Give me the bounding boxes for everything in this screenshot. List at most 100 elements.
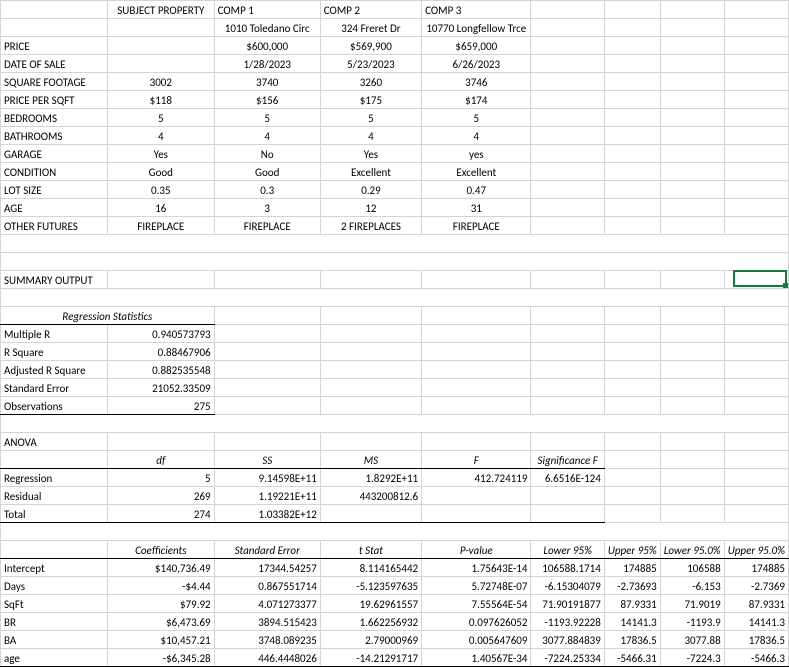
coef-p[interactable]: 1.40567E-34 [422,649,531,667]
cell[interactable] [422,379,531,397]
coef-lo[interactable]: 106588.1714 [531,559,604,577]
cell[interactable] [320,397,421,415]
cell[interactable] [724,19,788,37]
coef-t[interactable]: 1.662256932 [320,613,421,631]
cell[interactable] [531,361,604,379]
row-c1[interactable]: 1/28/2023 [214,55,320,73]
cell[interactable] [660,361,724,379]
cell[interactable] [660,145,724,163]
coef-head-lo2[interactable]: Lower 95.0% [660,541,724,559]
cell[interactable] [604,361,660,379]
cell[interactable] [531,433,604,451]
cell[interactable] [214,307,320,325]
cell[interactable] [724,433,788,451]
cell[interactable] [724,55,788,73]
coef-label[interactable]: Intercept [1,559,108,577]
row-c3[interactable]: $174 [422,91,531,109]
cell[interactable] [422,325,531,343]
cell[interactable] [604,55,660,73]
cell[interactable] [724,217,788,235]
coef-p[interactable]: 0.097626052 [422,613,531,631]
cell[interactable] [320,433,421,451]
anova-head-f[interactable]: F [422,451,531,469]
cell[interactable] [1,541,108,559]
coef-up[interactable]: 87.9331 [604,595,660,613]
coef-label[interactable]: BR [1,613,108,631]
row-c3[interactable]: $659,000 [422,37,531,55]
row-c3[interactable]: 4 [422,127,531,145]
coef-lo2[interactable]: 71.9019 [660,595,724,613]
cell[interactable] [604,325,660,343]
cell[interactable] [1,289,789,307]
row-c2[interactable]: 12 [320,199,421,217]
cell[interactable] [1,235,789,253]
cell[interactable] [660,73,724,91]
cell[interactable] [724,127,788,145]
row-c3[interactable]: 5 [422,109,531,127]
coef-lo2[interactable]: -7224.3 [660,649,724,667]
anova-head-sig[interactable]: Significance F [531,451,604,469]
anova-head-df[interactable]: df [107,451,214,469]
coef-head-up2[interactable]: Upper 95.0% [724,541,788,559]
regstat-val[interactable]: 0.882535548 [107,361,214,379]
cell[interactable] [660,343,724,361]
cell[interactable] [531,55,604,73]
coef-up[interactable]: -2.73693 [604,577,660,595]
coef-up2[interactable]: 14141.3 [724,613,788,631]
cell[interactable] [320,361,421,379]
cell[interactable] [320,379,421,397]
row-subject[interactable]: 3002 [107,73,214,91]
cell[interactable] [660,37,724,55]
cell[interactable] [1,451,108,469]
cell[interactable] [531,19,604,37]
cell[interactable] [604,145,660,163]
anova-ms[interactable] [320,505,421,523]
coef-p[interactable]: 5.72748E-07 [422,577,531,595]
anova-ss[interactable]: 1.03382E+12 [214,505,320,523]
cell[interactable] [604,469,660,487]
coef-se[interactable]: 3748.089235 [214,631,320,649]
row-c1[interactable]: Good [214,163,320,181]
row-subject[interactable]: 0.35 [107,181,214,199]
cell[interactable] [320,271,421,289]
cell[interactable] [660,181,724,199]
coef-lo[interactable]: 3077.884839 [531,631,604,649]
cell[interactable] [214,271,320,289]
anova-df[interactable]: 269 [107,487,214,505]
regstat-label[interactable]: R Square [1,343,108,361]
cell[interactable] [724,379,788,397]
cell[interactable] [531,37,604,55]
cell[interactable] [660,217,724,235]
coef-lo2[interactable]: -1193.9 [660,613,724,631]
cell[interactable] [604,433,660,451]
cell[interactable] [660,127,724,145]
cell[interactable] [660,469,724,487]
row-label[interactable]: DATE OF SALE [1,55,108,73]
cell[interactable] [604,109,660,127]
cell[interactable] [724,163,788,181]
coef-label[interactable]: BA [1,631,108,649]
coef-lo2[interactable]: -6.153 [660,577,724,595]
coef-val[interactable]: $6,473.69 [107,613,214,631]
cell[interactable] [1,523,789,541]
cell[interactable] [531,397,604,415]
coef-head-p[interactable]: P-value [422,541,531,559]
row-label[interactable]: BEDROOMS [1,109,108,127]
cell[interactable] [724,145,788,163]
row-subject[interactable]: 4 [107,127,214,145]
anova-label[interactable]: Residual [1,487,108,505]
row-c3[interactable]: 31 [422,199,531,217]
anova-head-ms[interactable]: MS [320,451,421,469]
cell[interactable] [660,379,724,397]
cell[interactable] [107,271,214,289]
coef-label[interactable]: Days [1,577,108,595]
cell[interactable] [724,73,788,91]
anova-df[interactable]: 5 [107,469,214,487]
coef-se[interactable]: 3894.515423 [214,613,320,631]
cell[interactable] [1,253,789,271]
row-c2[interactable]: $175 [320,91,421,109]
cell[interactable] [531,325,604,343]
row-c2[interactable]: 0.29 [320,181,421,199]
row-c2[interactable]: 4 [320,127,421,145]
regstat-val[interactable]: 0.940573793 [107,325,214,343]
